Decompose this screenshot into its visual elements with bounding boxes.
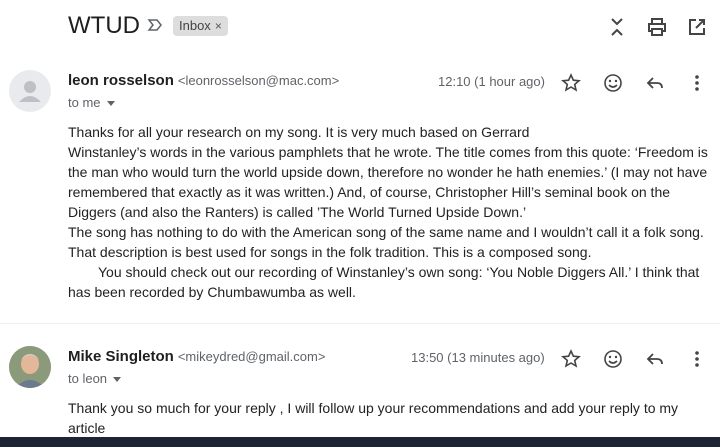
thread-actions bbox=[606, 16, 708, 38]
message-body: Thanks for all your research on my song.… bbox=[68, 122, 708, 302]
collapse-all-icon[interactable] bbox=[606, 16, 628, 38]
body-paragraph: Thank you so much for your reply , I wil… bbox=[68, 400, 679, 436]
importance-marker-icon[interactable] bbox=[147, 17, 163, 38]
message-time: 12:10 (1 hour ago) bbox=[438, 74, 545, 89]
recipient-text: to me bbox=[68, 95, 101, 110]
sender-email: <leonrosselson@mac.com> bbox=[177, 73, 340, 88]
inbox-label-chip[interactable]: Inbox × bbox=[173, 16, 228, 36]
sender-name[interactable]: leon rosselson bbox=[68, 72, 174, 89]
more-options-icon[interactable] bbox=[686, 348, 708, 370]
sender-email: <mikeydred@gmail.com> bbox=[177, 349, 326, 364]
remove-label-icon[interactable]: × bbox=[215, 16, 222, 36]
message-time: 13:50 (13 minutes ago) bbox=[411, 350, 545, 365]
label-text: Inbox bbox=[179, 18, 211, 33]
message-actions bbox=[560, 72, 708, 94]
email-subject: WTUD bbox=[68, 12, 140, 39]
reply-icon[interactable] bbox=[644, 72, 666, 94]
sender-line: leon rosselson <leonrosselson@mac.com> bbox=[68, 72, 339, 89]
open-in-new-window-icon[interactable] bbox=[686, 16, 708, 38]
print-icon[interactable] bbox=[646, 16, 668, 38]
star-icon[interactable] bbox=[560, 72, 582, 94]
recipient-line[interactable]: to me bbox=[68, 95, 115, 110]
body-paragraph: Thanks for all your research on my song.… bbox=[68, 124, 530, 140]
body-paragraph: The song has nothing to do with the Amer… bbox=[68, 224, 704, 260]
message-divider bbox=[0, 323, 720, 324]
message-body: Thank you so much for your reply , I wil… bbox=[68, 398, 708, 438]
recipient-text: to leon bbox=[68, 371, 108, 386]
message-actions bbox=[560, 348, 708, 370]
more-options-icon[interactable] bbox=[686, 72, 708, 94]
star-icon[interactable] bbox=[560, 348, 582, 370]
avatar bbox=[9, 346, 51, 388]
body-paragraph: You should check out our recording of Wi… bbox=[68, 264, 700, 300]
body-paragraph: Winstanley’s words in the various pamphl… bbox=[68, 144, 708, 220]
reply-icon[interactable] bbox=[644, 348, 666, 370]
subject-bar: WTUD Inbox × bbox=[0, 0, 720, 54]
chevron-down-icon[interactable] bbox=[106, 101, 115, 107]
emoji-react-icon[interactable] bbox=[602, 348, 624, 370]
sender-line: Mike Singleton <mikeydred@gmail.com> bbox=[68, 348, 325, 365]
sender-name[interactable]: Mike Singleton bbox=[68, 348, 174, 365]
os-taskbar bbox=[0, 437, 720, 447]
emoji-react-icon[interactable] bbox=[602, 72, 624, 94]
avatar bbox=[9, 70, 51, 112]
chevron-down-icon[interactable] bbox=[113, 377, 122, 383]
recipient-line[interactable]: to leon bbox=[68, 371, 122, 386]
